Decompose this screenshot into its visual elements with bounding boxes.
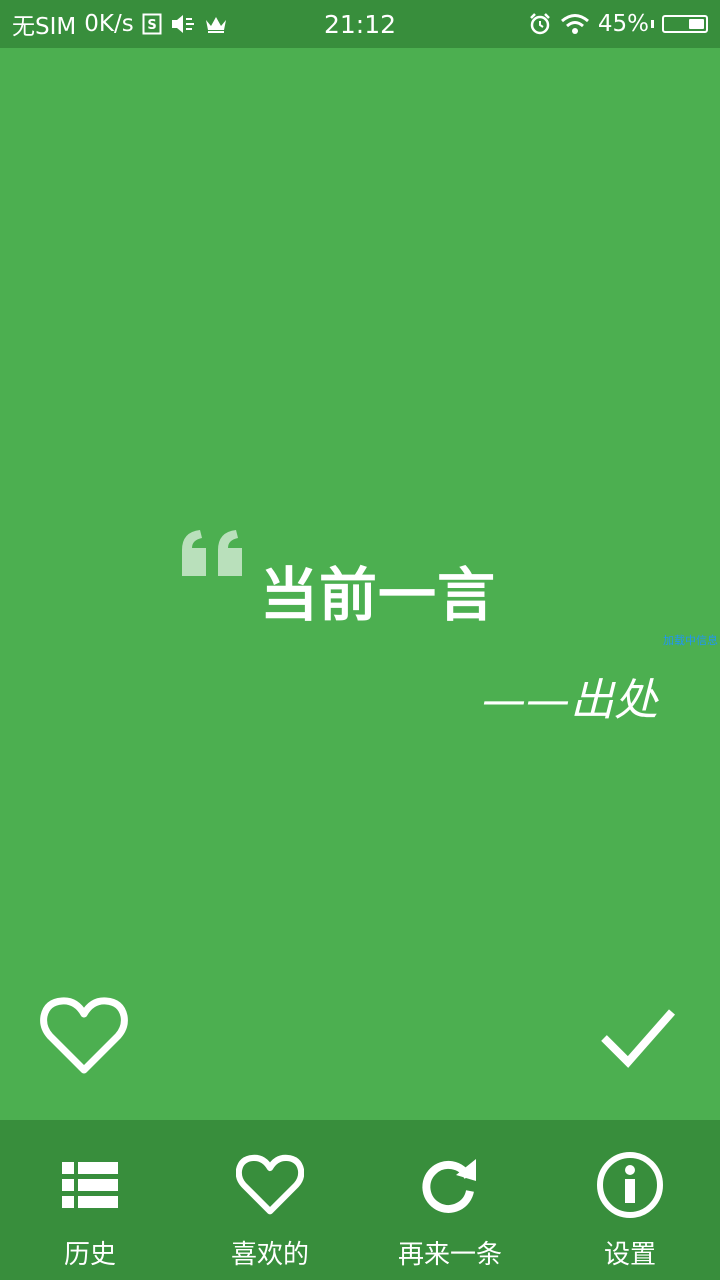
nav-settings-label: 设置 — [603, 1240, 656, 1270]
nav-favorites[interactable]: 喜欢的 — [180, 1120, 360, 1280]
refresh-icon — [415, 1150, 485, 1220]
quote-text: 当前一言 — [260, 561, 497, 629]
wifi-icon — [560, 13, 590, 35]
list-icon — [55, 1150, 125, 1220]
vibrate-icon — [170, 13, 196, 35]
heart-outline-icon — [40, 997, 128, 1074]
network-speed: 0K/s — [84, 11, 134, 37]
battery-nub — [651, 20, 654, 28]
nav-refresh-label: 再来一条 — [397, 1240, 502, 1270]
confirm-button[interactable] — [600, 1006, 676, 1068]
sim-s-icon: S — [142, 13, 162, 35]
bottom-nav: 历史 喜欢的 再来一条 设置 — [0, 1120, 720, 1280]
status-bar: 无SIM 0K/s S 21:12 45% — [0, 0, 720, 48]
alarm-icon — [528, 12, 552, 36]
crown-icon — [204, 14, 228, 34]
info-icon — [595, 1150, 665, 1220]
heart-outline-icon — [235, 1150, 305, 1220]
quote-mark-icon — [182, 530, 242, 576]
nav-history[interactable]: 历史 — [0, 1120, 180, 1280]
nav-favorites-label: 喜欢的 — [230, 1240, 309, 1270]
battery-icon — [662, 15, 708, 33]
battery-percent: 45% — [597, 11, 649, 37]
status-left: 无SIM 0K/s S — [12, 7, 228, 41]
app-screen: 无SIM 0K/s S 21:12 45% 当前一言 加载中信息 ——出处 历史… — [0, 0, 720, 1280]
like-button[interactable] — [40, 996, 128, 1076]
nav-settings[interactable]: 设置 — [540, 1120, 720, 1280]
status-right: 45% — [528, 11, 708, 37]
quote-source: ——出处 — [482, 675, 658, 726]
nav-refresh[interactable]: 再来一条 — [360, 1120, 540, 1280]
nav-history-label: 历史 — [63, 1240, 116, 1270]
svg-text:S: S — [147, 18, 156, 33]
carrier-label: 无SIM — [12, 14, 77, 40]
side-status-label: 加载中信息 — [663, 634, 718, 647]
check-icon — [601, 1009, 676, 1068]
battery-level — [689, 19, 704, 29]
